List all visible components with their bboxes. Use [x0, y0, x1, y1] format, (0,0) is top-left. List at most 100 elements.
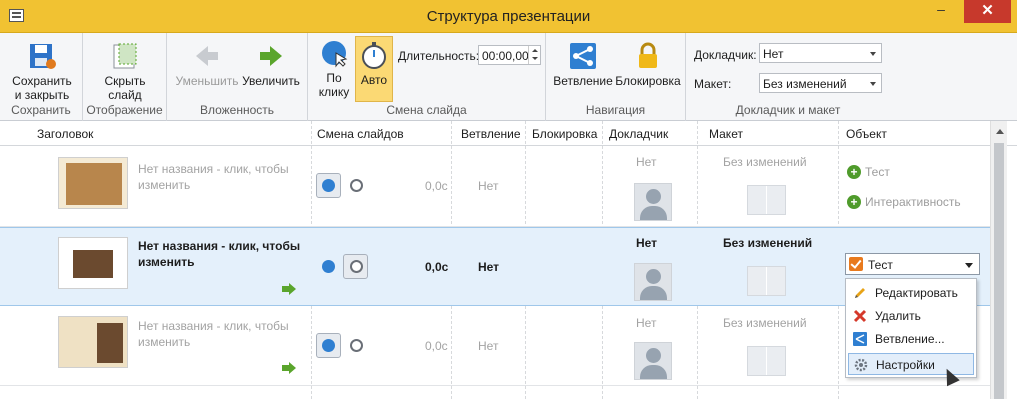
- slide-thumbnail[interactable]: [58, 237, 128, 289]
- window-title: Структура презентации: [426, 8, 591, 25]
- slide-duration[interactable]: 0,0с: [425, 260, 448, 274]
- group-presenter-layout-label: Докладчик и макет: [735, 103, 841, 117]
- stopwatch-icon: [350, 339, 363, 352]
- group-presenter-layout: Докладчик: Нет Макет: Без изменений Докл…: [686, 33, 890, 121]
- decrease-level-button[interactable]: Уменьшить: [175, 41, 239, 88]
- object-context-menu: Редактировать Удалить Ветвление... Настр…: [845, 278, 977, 378]
- slide-title[interactable]: Нет названия - клик, чтобы изменить: [138, 238, 308, 270]
- duration-label: Длительность:: [398, 49, 480, 63]
- hide-slide-button[interactable]: Скрыть слайд: [93, 41, 157, 102]
- group-slide-change: По клику Авто Длительность: 00:00,00 Сме…: [308, 33, 546, 121]
- branching-value[interactable]: Нет: [478, 260, 499, 274]
- object-select[interactable]: Тест: [845, 253, 980, 275]
- save-icon: [30, 44, 56, 69]
- save-and-close-button[interactable]: Сохранить и закрыть: [7, 41, 77, 102]
- layout-value[interactable]: Без изменений: [723, 316, 807, 330]
- slide-title[interactable]: Нет названия - клик, чтобы изменить: [138, 318, 308, 350]
- slide-duration[interactable]: 0,0с: [425, 179, 448, 193]
- checkbox-icon: [849, 257, 863, 271]
- group-navigation: Ветвление Блокировка Навигация: [546, 33, 686, 121]
- vertical-scrollbar[interactable]: [990, 121, 1007, 399]
- chevron-down-icon: [870, 82, 876, 86]
- col-title[interactable]: Заголовок: [37, 127, 93, 141]
- menu-item-branching[interactable]: Ветвление...: [848, 328, 974, 350]
- col-lock[interactable]: Блокировка: [532, 127, 597, 141]
- layout-value[interactable]: Без изменений: [723, 236, 812, 250]
- gear-icon: [854, 358, 868, 372]
- plus-icon: +: [847, 195, 861, 209]
- arrow-right-icon[interactable]: [282, 283, 296, 295]
- increase-level-button[interactable]: Увеличить: [239, 41, 303, 88]
- presenter-label: Докладчик:: [694, 48, 757, 62]
- slide-title[interactable]: Нет названия - клик, чтобы изменить: [138, 161, 308, 193]
- group-save: Сохранить и закрыть Сохранить: [0, 33, 83, 121]
- layout-value[interactable]: Без изменений: [723, 155, 807, 169]
- layout-select[interactable]: Без изменений: [759, 73, 882, 93]
- chevron-down-icon: [870, 52, 876, 56]
- group-navigation-label: Навигация: [585, 103, 646, 117]
- mouse-click-icon: [322, 41, 348, 68]
- table-row[interactable]: Нет названия - клик, чтобы изменить 0,0с…: [0, 147, 990, 227]
- scroll-thumb[interactable]: [994, 143, 1004, 399]
- presenter-value[interactable]: Нет: [636, 316, 656, 330]
- branching-icon: [570, 43, 596, 69]
- on-click-toggle[interactable]: [316, 173, 341, 198]
- presenter-avatar[interactable]: [634, 263, 672, 301]
- scroll-up-icon[interactable]: [996, 129, 1004, 134]
- presenter-value[interactable]: Нет: [636, 155, 656, 169]
- on-click-toggle[interactable]: [316, 333, 341, 358]
- branching-value[interactable]: Нет: [478, 339, 498, 353]
- lock-icon: [639, 42, 657, 68]
- table-row[interactable]: Нет названия - клик, чтобы изменить 0,0с…: [0, 306, 990, 386]
- presenter-avatar[interactable]: [634, 183, 672, 221]
- group-display-label: Отображение: [86, 103, 163, 117]
- mouse-click-icon: [322, 179, 335, 192]
- arrow-left-icon: [196, 46, 218, 66]
- branching-button[interactable]: Ветвление: [550, 41, 616, 88]
- auto-button[interactable]: Авто: [355, 36, 393, 102]
- close-button[interactable]: ✕: [964, 0, 1011, 23]
- arrow-right-icon[interactable]: [282, 362, 296, 374]
- presenter-select[interactable]: Нет: [759, 43, 882, 63]
- plus-icon: +: [847, 165, 861, 179]
- layout-preview[interactable]: [747, 346, 786, 376]
- group-slide-change-label: Смена слайда: [386, 103, 467, 117]
- presenter-avatar[interactable]: [634, 342, 672, 380]
- slide-duration[interactable]: 0,0с: [425, 339, 448, 353]
- auto-toggle[interactable]: [343, 254, 368, 279]
- presenter-value[interactable]: Нет: [636, 236, 657, 250]
- branching-icon: [853, 332, 867, 346]
- ribbon: Сохранить и закрыть Сохранить Скрыть сла…: [0, 33, 1017, 121]
- duration-spinner[interactable]: 00:00,00: [478, 45, 541, 65]
- table-row[interactable]: Нет названия - клик, чтобы изменить 0,0с…: [0, 227, 990, 306]
- layout-preview[interactable]: [747, 185, 786, 215]
- branching-value[interactable]: Нет: [478, 179, 498, 193]
- group-nesting: Уменьшить Увеличить Вложенность: [167, 33, 308, 121]
- chevron-down-icon[interactable]: [965, 263, 973, 268]
- minimize-button[interactable]: –: [924, 0, 958, 23]
- col-layout[interactable]: Макет: [709, 127, 743, 141]
- layout-preview[interactable]: [747, 266, 786, 296]
- col-slide-change[interactable]: Смена слайдов: [317, 127, 404, 141]
- on-click-toggle[interactable]: [316, 254, 341, 279]
- slide-thumbnail[interactable]: [58, 316, 128, 368]
- menu-item-edit[interactable]: Редактировать: [848, 282, 974, 304]
- auto-toggle[interactable]: [343, 333, 368, 358]
- spinner-arrows-icon[interactable]: [528, 46, 540, 64]
- col-branching[interactable]: Ветвление: [461, 127, 521, 141]
- table-header: Заголовок Смена слайдов Ветвление Блокир…: [0, 121, 1017, 146]
- group-nesting-label: Вложенность: [199, 103, 275, 117]
- duration-value: 00:00,00: [482, 49, 529, 63]
- hide-slide-icon: [113, 43, 137, 69]
- delete-icon: [853, 309, 867, 323]
- menu-item-delete[interactable]: Удалить: [848, 305, 974, 327]
- on-click-button[interactable]: По клику: [314, 38, 354, 99]
- group-display: Скрыть слайд Отображение: [83, 33, 167, 121]
- lock-button[interactable]: Блокировка: [614, 41, 682, 88]
- slide-thumbnail[interactable]: [58, 157, 128, 209]
- col-presenter[interactable]: Докладчик: [609, 127, 668, 141]
- stopwatch-icon: [350, 179, 363, 192]
- auto-toggle[interactable]: [343, 173, 368, 198]
- col-object[interactable]: Объект: [846, 127, 887, 141]
- title-bar: Структура презентации – ✕: [0, 0, 1017, 33]
